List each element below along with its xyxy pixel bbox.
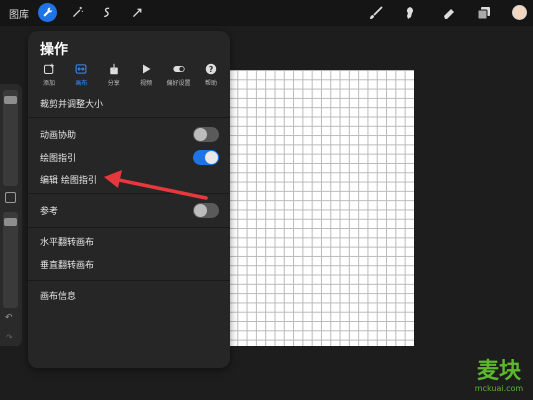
smudge-icon[interactable] (401, 4, 419, 22)
drawing-guide-toggle[interactable] (193, 150, 219, 165)
tab-preferences[interactable]: 偏好设置 (164, 63, 194, 93)
watermark-logo: 麦块 mckuai.com (474, 359, 524, 394)
reference-label: 参考 (40, 206, 59, 217)
modify-button[interactable] (5, 192, 16, 203)
add-image-icon (43, 63, 54, 75)
selection-icon[interactable] (98, 3, 117, 22)
divider (28, 227, 230, 228)
animation-assist-toggle[interactable] (193, 127, 219, 142)
layers-icon[interactable] (475, 4, 493, 22)
tab-add-label: 添加 (42, 80, 55, 87)
tab-share[interactable]: 分享 (99, 63, 129, 93)
brush-icon[interactable] (367, 4, 385, 22)
annotation-arrow-icon (104, 170, 208, 200)
reference-toggle[interactable] (193, 203, 219, 218)
tab-canvas[interactable]: 画布 (66, 63, 96, 93)
animation-assist-item[interactable]: 动画协助 (28, 123, 230, 145)
animation-assist-label: 动画协助 (40, 130, 77, 141)
transform-icon[interactable] (128, 3, 147, 22)
color-swatch[interactable] (512, 5, 527, 20)
tab-help[interactable]: ? 帮助 (196, 63, 226, 93)
canvas-info-item[interactable]: 画布信息 (28, 284, 230, 306)
undo-icon[interactable]: ↶ (5, 313, 13, 323)
crop-resize-item[interactable]: 裁剪并调整大小 (28, 92, 230, 114)
gallery-button[interactable]: 图库 (9, 6, 29, 21)
opacity-thumb[interactable] (4, 218, 17, 226)
brush-size-slider[interactable] (3, 90, 18, 186)
tab-video[interactable]: 视频 (131, 63, 161, 93)
actions-tabs: 添加 画布 分享 视频 偏好设置 ? 帮助 (34, 63, 226, 93)
toggle-prefs-icon (172, 66, 185, 72)
drawing-canvas-grid[interactable] (228, 70, 414, 346)
tab-video-label: 视频 (140, 80, 153, 87)
magic-wand-icon[interactable] (68, 3, 87, 22)
flip-vertical-item[interactable]: 垂直翻转画布 (28, 253, 230, 275)
drawing-guide-label: 绘图指引 (40, 153, 77, 164)
svg-text:?: ? (209, 65, 213, 74)
share-icon (110, 63, 118, 75)
flip-horizontal-item[interactable]: 水平翻转画布 (28, 230, 230, 252)
left-sidebar (0, 84, 22, 346)
divider (28, 117, 230, 118)
top-toolbar: 图库 (0, 0, 533, 26)
canvas-icon (75, 64, 87, 74)
tab-share-label: 分享 (107, 80, 120, 87)
help-icon: ? (205, 63, 217, 75)
tab-help-label: 帮助 (204, 80, 217, 87)
tab-canvas-label: 画布 (75, 80, 88, 87)
opacity-slider[interactable] (3, 212, 18, 308)
tab-add[interactable]: 添加 (34, 63, 64, 93)
panel-title: 操作 (40, 42, 68, 58)
wrench-icon[interactable] (38, 3, 57, 22)
tab-preferences-label: 偏好设置 (166, 80, 191, 87)
divider (28, 280, 230, 281)
eraser-icon[interactable] (440, 4, 458, 22)
redo-icon[interactable]: ↷ (6, 333, 13, 342)
drawing-guide-item[interactable]: 绘图指引 (28, 146, 230, 168)
video-play-icon (143, 64, 151, 74)
brush-size-thumb[interactable] (4, 96, 17, 104)
